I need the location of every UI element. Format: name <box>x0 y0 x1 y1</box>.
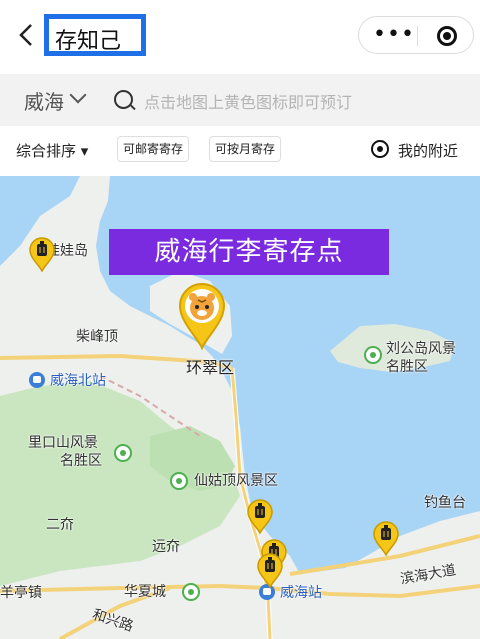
train-station-icon <box>28 371 46 389</box>
label-huancui: 环翠区 <box>186 358 235 377</box>
label-diaoyutai: 钓鱼台 <box>424 495 466 511</box>
search-input[interactable]: 点击地图上黄色图标即可预订 <box>144 89 352 113</box>
scenic-icon <box>182 583 200 601</box>
back-arrow-icon[interactable] <box>14 20 40 50</box>
map-view[interactable]: 娃娃岛 柴峰顶 环翠区 威海北站 刘公岛风景 名胜区 里口山风景 名胜区 仙姑顶… <box>0 176 480 639</box>
label-xiangu: 仙姑顶风景区 <box>194 473 278 489</box>
scenic-icon <box>364 346 382 364</box>
label-likoushan-1: 里口山风景 <box>28 435 98 451</box>
chip-mail-storage[interactable]: 可邮寄寄存 <box>117 136 190 162</box>
search-bar: 威海 点击地图上黄色图标即可预订 <box>0 74 480 126</box>
luggage-marker-icon[interactable] <box>256 552 284 589</box>
nav-bar: 存知己 ••• <box>0 0 480 72</box>
label-erjie: 二夼 <box>46 517 74 533</box>
city-selector[interactable]: 威海 <box>24 86 64 115</box>
label-huaxia: 华夏城 <box>124 584 166 600</box>
label-yangting: 羊亭镇 <box>0 585 42 601</box>
miniprogram-capsule: ••• <box>358 16 474 54</box>
nearby-button[interactable]: 我的附近 <box>398 140 458 161</box>
label-liugong-2: 名胜区 <box>386 359 428 375</box>
locate-icon[interactable] <box>371 140 389 158</box>
scenic-icon <box>170 472 188 490</box>
capsule-divider <box>417 26 418 46</box>
luggage-marker-icon[interactable] <box>28 236 56 273</box>
label-weihai-station: 威海站 <box>280 585 322 601</box>
promo-banner: 威海行李寄存点 <box>109 229 389 275</box>
tiger-pin-icon[interactable] <box>176 280 228 351</box>
label-yuanjie: 远夼 <box>152 539 180 555</box>
luggage-marker-icon[interactable] <box>372 520 400 557</box>
scenic-icon <box>114 444 132 462</box>
title-highlight-box: 存知己 <box>44 14 146 56</box>
page-title: 存知己 <box>55 29 122 54</box>
label-weihai-north: 威海北站 <box>50 373 106 389</box>
sort-dropdown[interactable]: 综合排序 ▾ <box>16 140 88 161</box>
chevron-down-icon[interactable] <box>69 86 87 104</box>
label-likoushan-2: 名胜区 <box>60 453 102 469</box>
more-menu-button[interactable]: ••• <box>373 17 414 55</box>
search-icon <box>114 90 133 109</box>
label-chaifeng: 柴峰顶 <box>76 329 118 345</box>
close-miniprogram-icon[interactable] <box>437 26 457 46</box>
luggage-marker-icon[interactable] <box>246 498 274 535</box>
chip-monthly-storage[interactable]: 可按月寄存 <box>209 136 282 162</box>
label-liugong-1: 刘公岛风景 <box>386 341 456 357</box>
